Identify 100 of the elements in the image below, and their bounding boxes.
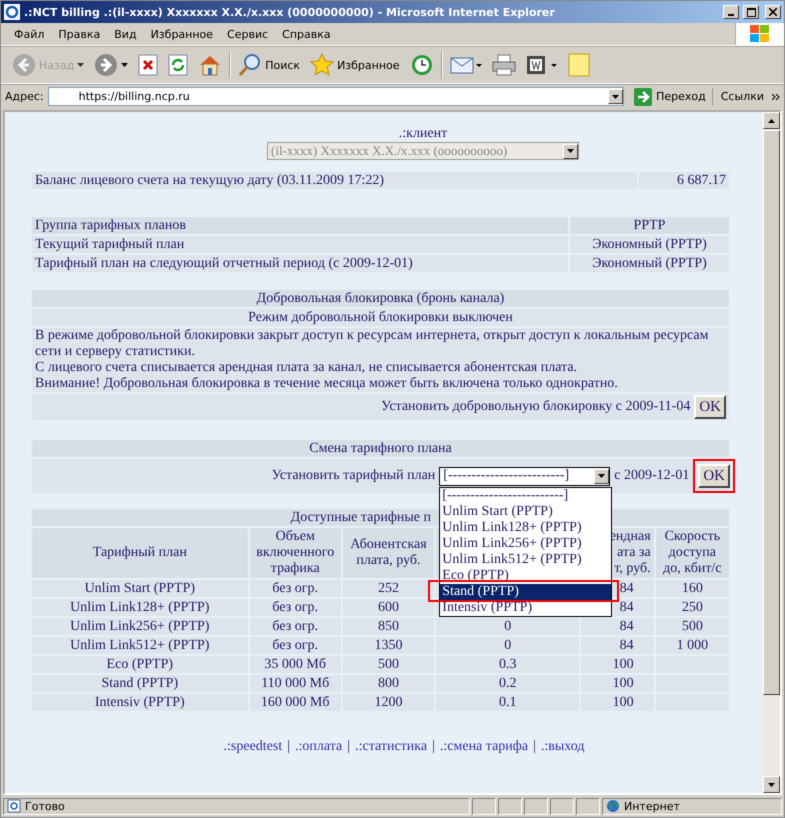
table-cell: 0 (436, 637, 580, 654)
status-pane (576, 798, 600, 814)
table-cell: 0.1 (436, 694, 580, 711)
info-label: Группа тарифных планов (32, 217, 568, 234)
go-button[interactable]: Переход (628, 88, 713, 106)
table-cell: 0.3 (436, 656, 580, 673)
table-cell: 84 (581, 637, 654, 654)
status-pane (498, 798, 522, 814)
dropdown-option[interactable]: [-------------------------] (440, 488, 612, 504)
footer-link[interactable]: .:смена тарифа (440, 739, 528, 755)
table-cell: Unlim Link512+ (PPTP) (32, 637, 248, 654)
links-button[interactable]: Ссылки (716, 90, 768, 103)
minimize-button[interactable] (723, 5, 739, 19)
column-header: Тарифный план (32, 528, 248, 578)
status-pane (472, 798, 496, 814)
table-cell: Unlim Start (PPTP) (32, 580, 248, 597)
favorites-button[interactable]: Избранное (307, 53, 403, 77)
arrow-icon (634, 88, 652, 106)
table-cell: 252 (342, 580, 434, 597)
block-note: С лицевого счета списывается арендная плата за канал, не списывается абонентская плата. (35, 360, 578, 376)
chevron-icon[interactable] (772, 92, 780, 100)
scroll-up-icon[interactable] (768, 118, 775, 122)
document-icon (526, 54, 558, 76)
dropdown-caret-icon (567, 149, 574, 153)
scroll-down-icon[interactable] (768, 782, 775, 786)
menu-item[interactable]: Справка (275, 28, 338, 40)
close-button[interactable] (765, 5, 781, 19)
star-icon (310, 53, 334, 77)
footer-link[interactable]: .:оплата (295, 739, 342, 755)
table-cell: без огр. (250, 599, 341, 616)
dropdown-caret-icon (77, 63, 84, 67)
table-cell: 500 (656, 618, 729, 635)
link-separator: | (533, 739, 536, 755)
table-cell: Unlim Link128+ (PPTP) (32, 599, 248, 616)
balance-value: 6 687.17 (639, 172, 729, 189)
link-separator: | (287, 739, 290, 755)
table-cell: 0.2 (436, 675, 580, 692)
note-icon (568, 53, 590, 77)
table-cell: 100 (581, 656, 654, 673)
section-title: Добровольная блокировка (бронь канала) (32, 290, 729, 307)
block-note: В режиме добровольной блокировки закрыт доступ к ресурсам интернета, открыт доступ к локальным ресурсам сети и серверу статистики. (35, 328, 710, 360)
table-cell: без огр. (250, 618, 341, 635)
table-cell: 1350 (342, 637, 434, 654)
table-cell: Stand (PPTP) (32, 675, 248, 692)
table-cell: Intensiv (PPTP) (32, 694, 248, 711)
column-header: Абонентская плата, руб. (342, 528, 434, 578)
table-cell: 100 (581, 675, 654, 692)
status-pane (550, 798, 574, 814)
plan-select[interactable]: [-------------------------] (439, 466, 610, 486)
footer-link[interactable]: .:выход (540, 739, 584, 755)
table-cell: 0 (436, 618, 580, 635)
block-action-label: Установить добровольную блокировку с 2009-11-04 (381, 399, 690, 415)
table-cell: 1 000 (656, 637, 729, 654)
table-cell: 160 (656, 580, 729, 597)
block-status: Режим добровольной блокировки выключен (32, 309, 729, 326)
menu-item[interactable]: Правка (51, 28, 108, 40)
printer-icon (492, 54, 516, 76)
plan-select-label: Установить тарифный план (272, 468, 436, 484)
table-cell: без огр. (250, 637, 341, 654)
table-cell: 800 (342, 675, 434, 692)
search-button[interactable]: Поиск (235, 53, 304, 77)
table-cell: 1200 (342, 694, 434, 711)
menu-item[interactable]: Файл (7, 28, 52, 40)
status-pane (524, 798, 548, 814)
table-cell: 110 000 Мб (250, 675, 341, 692)
table-cell: 100 (581, 694, 654, 711)
refresh-icon (168, 54, 188, 76)
search-icon (238, 53, 262, 77)
menu-item[interactable]: Сервис (220, 28, 276, 40)
menu-item[interactable]: Избранное (144, 28, 220, 40)
table-cell: Unlim Link256+ (PPTP) (32, 618, 248, 635)
zone-text: Интернет (624, 800, 680, 812)
info-label: Тарифный план на следующий отчетный период (с 2009-12-01) (32, 255, 568, 272)
balance-label: Баланс лицевого счета на текущую дату (03.11.2009 17:22) (32, 172, 637, 189)
window-title: .:NCT billing .:(il-xxxx) Xxxxxxx X.X./x.xxx (0000000000) - Microsoft Internet Explorer (24, 6, 556, 18)
dropdown-caret-icon (612, 94, 620, 98)
scrollbar[interactable] (763, 112, 780, 793)
table-cell: 35 000 Мб (250, 656, 341, 673)
close-icon (769, 8, 777, 16)
status-text: Готово (25, 800, 65, 812)
table-cell: 500 (342, 656, 434, 673)
home-icon (198, 54, 222, 76)
ok-button[interactable]: OK (694, 395, 726, 419)
footer-link[interactable]: .:статистика (355, 739, 428, 755)
table-cell: Eco (PPTP) (32, 656, 248, 673)
browser-icon (4, 4, 20, 20)
dropdown-caret-icon (121, 63, 128, 67)
ok-button[interactable]: OK (698, 464, 730, 488)
block-note: Внимание! Добровольная блокировка в течение месяца может быть включена только однократно. (35, 376, 619, 392)
info-value: PPTP (570, 217, 729, 234)
table-cell: без огр. (250, 580, 341, 597)
info-label: Текущий тарифный план (32, 236, 568, 253)
table-cell: 250 (656, 599, 729, 616)
footer-link[interactable]: .:speedtest (224, 739, 282, 755)
client-label: .:клиент (398, 126, 448, 142)
info-value: Экономный (PPTP) (570, 255, 729, 272)
maximize-button[interactable] (743, 5, 759, 19)
dropdown-option[interactable]: Stand (PPTP) (440, 584, 612, 600)
info-value: Экономный (PPTP) (570, 236, 729, 253)
menu-item[interactable]: Вид (107, 28, 144, 40)
